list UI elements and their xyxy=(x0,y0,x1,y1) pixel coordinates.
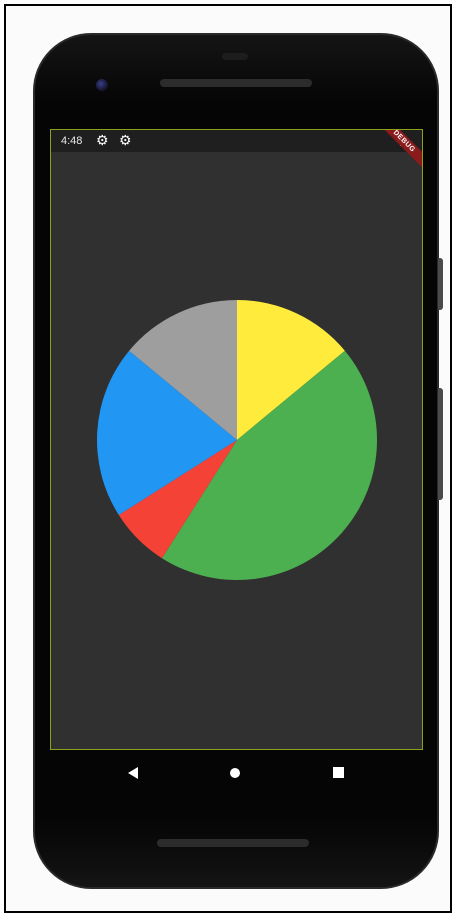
bottom-speaker xyxy=(157,839,309,847)
earpiece-sensor xyxy=(222,53,248,60)
volume-button xyxy=(438,388,443,500)
back-icon[interactable] xyxy=(128,767,138,779)
home-icon[interactable] xyxy=(230,768,240,778)
front-camera-icon xyxy=(96,79,108,91)
navigation-bar xyxy=(50,752,423,796)
app-screen: 4:48 ⚙ ⚙ DEBUG xyxy=(50,129,423,750)
pie-chart xyxy=(97,300,377,580)
top-speaker xyxy=(160,79,312,87)
recents-icon[interactable] xyxy=(333,767,344,778)
power-button xyxy=(438,258,443,310)
